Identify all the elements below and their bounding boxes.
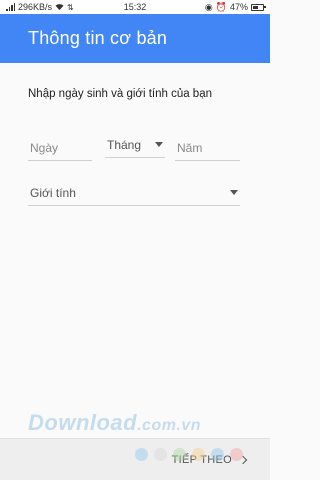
app-bar: Thông tin cơ bản <box>0 14 270 63</box>
form-prompt: Nhập ngày sinh và giới tính của bạn <box>28 88 212 100</box>
next-button-label: TIẾP THEO <box>171 453 232 466</box>
next-button[interactable]: TIẾP THEO <box>171 453 248 466</box>
battery-percent: 47% <box>229 2 248 12</box>
alarm-icon: ⏰ <box>215 1 227 12</box>
month-select[interactable]: Tháng <box>105 132 165 158</box>
battery-icon <box>251 3 266 11</box>
dropdown-arrow-icon <box>230 190 238 195</box>
signal-icon <box>6 3 15 11</box>
month-select-label: Tháng <box>107 137 142 152</box>
bottom-bar: TIẾP THEO <box>0 438 270 480</box>
status-left: 296KB/s ⇅ <box>6 0 74 14</box>
watermark-brand: Download <box>28 410 138 435</box>
year-input[interactable] <box>175 135 240 155</box>
wifi-icon <box>55 4 64 11</box>
page-title: Thông tin cơ bản <box>28 28 168 48</box>
screen: 296KB/s ⇅ 15:32 ◉ ⏰ 47% Thông tin cơ bản… <box>0 0 270 480</box>
chevron-right-icon <box>238 455 248 464</box>
gender-select-label: Giới tính <box>30 185 76 200</box>
network-speed: 296KB/s <box>18 2 53 12</box>
watermark-logo: Download.com.vn <box>28 410 201 436</box>
gender-select[interactable]: Giới tính <box>28 180 240 206</box>
day-field <box>28 135 92 161</box>
sync-icon: ⇅ <box>67 2 74 12</box>
status-bar: 296KB/s ⇅ 15:32 ◉ ⏰ 47% <box>0 0 270 14</box>
day-input[interactable] <box>28 135 92 155</box>
eye-icon: ◉ <box>204 1 213 12</box>
year-field <box>175 135 240 161</box>
dropdown-arrow-icon <box>155 142 163 147</box>
watermark-tld: .com.vn <box>137 417 202 434</box>
status-right: ◉ ⏰ 47% <box>204 0 266 14</box>
